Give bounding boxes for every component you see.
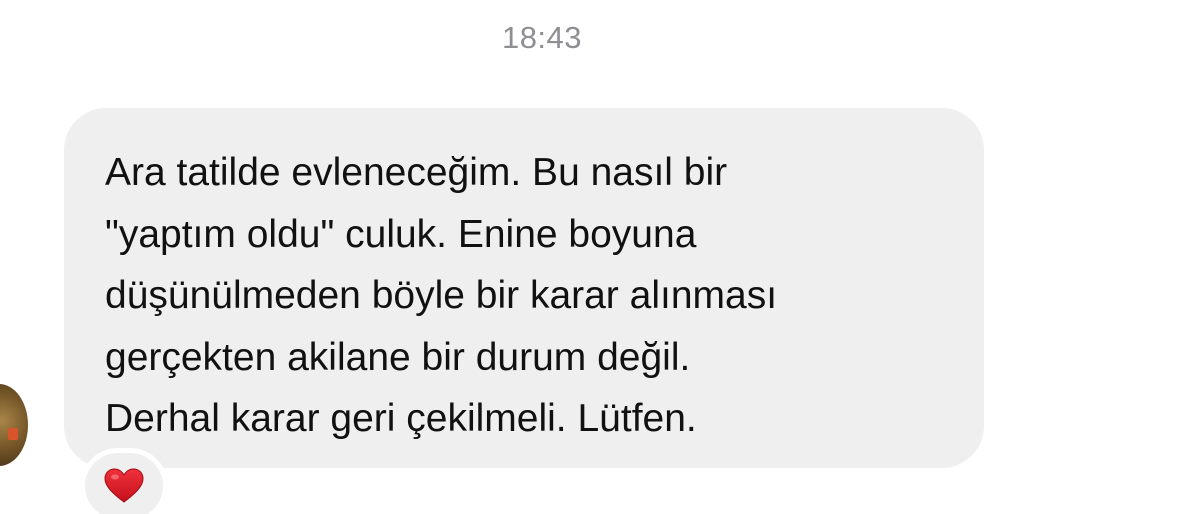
message-bubble[interactable]: Ara tatilde evleneceğim. Bu nasıl bir "y… xyxy=(64,108,984,468)
sender-avatar[interactable] xyxy=(0,384,28,466)
avatar-detail xyxy=(8,428,18,440)
message-text: Ara tatilde evleneceğim. Bu nasıl bir "y… xyxy=(105,151,778,440)
message-timestamp: 18:43 xyxy=(501,20,583,55)
red-heart-icon xyxy=(104,468,144,503)
reaction-badge[interactable] xyxy=(80,448,168,514)
